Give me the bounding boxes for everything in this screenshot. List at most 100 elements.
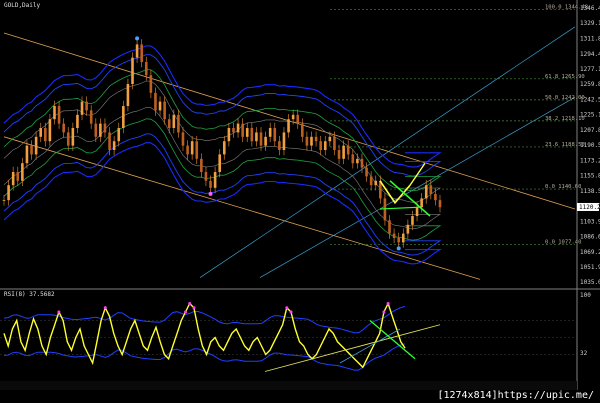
candle-body bbox=[195, 141, 199, 159]
price-tick-label: 1242.50 bbox=[580, 96, 600, 103]
envelope-band-line bbox=[3, 133, 442, 256]
fib-level-label: 61.8 1265.90 bbox=[545, 74, 585, 80]
candle-body bbox=[287, 119, 290, 133]
candle-body bbox=[48, 119, 52, 142]
candle-body bbox=[144, 62, 148, 76]
candle-body bbox=[291, 114, 295, 120]
trend-line-cyan-2 bbox=[259, 96, 576, 278]
rsi-tick-label: 32 bbox=[580, 350, 588, 357]
price-tick-label: 1294.40 bbox=[580, 51, 600, 58]
candle-body bbox=[438, 200, 442, 208]
candle-body bbox=[186, 145, 189, 155]
candle-body bbox=[154, 92, 157, 111]
rsi-peak-marker bbox=[57, 310, 61, 314]
candle-body bbox=[39, 128, 43, 137]
candle-body bbox=[305, 136, 309, 146]
candle-body bbox=[392, 233, 396, 239]
rsi-peak-marker bbox=[103, 306, 107, 310]
candle-body bbox=[259, 132, 263, 146]
rsi-peak-marker bbox=[382, 310, 386, 314]
candles bbox=[2, 39, 442, 248]
candle-body bbox=[135, 44, 139, 58]
price-tick-label: 1207.80 bbox=[580, 127, 600, 134]
candle-body bbox=[388, 220, 391, 234]
fib-level-label: 38.2 1218.10 bbox=[545, 116, 585, 122]
candle-body bbox=[140, 44, 143, 63]
rsi-peak-marker bbox=[289, 310, 293, 314]
candle-body bbox=[278, 141, 281, 151]
candle-body bbox=[273, 128, 277, 142]
candle-body bbox=[200, 158, 203, 173]
price-tick-label: 1346.40 bbox=[580, 5, 600, 12]
price-tick-label: 1138.50 bbox=[580, 188, 600, 195]
candle-body bbox=[365, 167, 368, 177]
price-tick-label: 1225.10 bbox=[580, 112, 600, 119]
candle-body bbox=[126, 84, 130, 107]
fib-level-label: 0.0 1077.40 bbox=[545, 240, 581, 246]
candle-body bbox=[397, 238, 400, 243]
candle-body bbox=[163, 101, 166, 120]
price-tick-label: 1035.00 bbox=[580, 279, 600, 286]
swing-high-marker bbox=[135, 36, 140, 41]
candle-body bbox=[21, 163, 24, 181]
candle-body bbox=[2, 200, 6, 201]
candle-body bbox=[282, 132, 286, 151]
candle-body bbox=[209, 180, 212, 188]
candle-body bbox=[190, 141, 194, 155]
candle-body bbox=[383, 198, 387, 221]
candle-body bbox=[172, 114, 176, 129]
candle-body bbox=[76, 114, 79, 129]
candle-body bbox=[122, 106, 125, 129]
fibonacci-levels: 100.0 1344.4861.8 1265.9050.0 1242.0038.… bbox=[330, 5, 588, 246]
candle-body bbox=[85, 101, 88, 111]
candle-body bbox=[337, 150, 341, 159]
price-tick-label: 1277.10 bbox=[580, 66, 600, 73]
swing-low-marker bbox=[396, 246, 401, 251]
candle-body bbox=[434, 194, 437, 201]
rsi-peak-marker bbox=[285, 306, 289, 310]
candle-body bbox=[16, 172, 20, 181]
candle-body bbox=[401, 233, 405, 243]
rsi-title: RSI(8) 37.5682 bbox=[4, 291, 55, 298]
price-tick-label: 1259.80 bbox=[580, 81, 600, 88]
chart-title: GOLD,Daily bbox=[4, 2, 41, 9]
watermark-text: [1274x814]https://upic.me/ bbox=[437, 390, 594, 401]
candle-body bbox=[57, 106, 61, 124]
candle-body bbox=[80, 101, 84, 115]
candle-body bbox=[167, 119, 171, 129]
candle-body bbox=[103, 123, 107, 133]
candle-body bbox=[11, 172, 15, 186]
envelope-band-line bbox=[3, 54, 442, 177]
price-axis: 1346.40 1329.10 1311.80 1294.40 1277.10 1259.… bbox=[0, 0, 600, 390]
candle-body bbox=[369, 176, 373, 186]
price-tick-label: 1190.50 bbox=[580, 142, 600, 149]
rsi-peak-marker bbox=[192, 306, 196, 310]
candle-body bbox=[30, 145, 33, 155]
candle-body bbox=[149, 75, 153, 93]
candle-body bbox=[420, 198, 423, 208]
candle-body bbox=[342, 145, 345, 159]
time-axis-strip bbox=[0, 381, 577, 390]
candle-body bbox=[411, 216, 414, 225]
candle-body bbox=[406, 224, 410, 234]
candle-body bbox=[7, 185, 10, 201]
candle-body bbox=[268, 128, 272, 137]
candle-body bbox=[264, 136, 267, 146]
candle-body bbox=[158, 101, 162, 111]
candle-body bbox=[117, 128, 121, 142]
candle-body bbox=[319, 141, 322, 151]
rsi-tick-label: 100 bbox=[580, 292, 591, 299]
candle-body bbox=[222, 141, 226, 155]
candle-body bbox=[94, 123, 98, 137]
candle-body bbox=[241, 123, 244, 137]
candle-body bbox=[351, 154, 355, 164]
candle-body bbox=[232, 128, 235, 133]
candle-body bbox=[301, 123, 304, 137]
candle-body bbox=[204, 172, 208, 181]
candle-body bbox=[323, 141, 327, 151]
chart-root: 100.0 1344.48 61.8 1265.90 50.0 1242.00 38.… bbox=[0, 0, 600, 403]
rsi-band-line bbox=[3, 343, 406, 371]
candle-body bbox=[360, 158, 364, 168]
candle-body bbox=[34, 136, 38, 155]
rsi-panel: 100 32 bbox=[0, 292, 591, 390]
